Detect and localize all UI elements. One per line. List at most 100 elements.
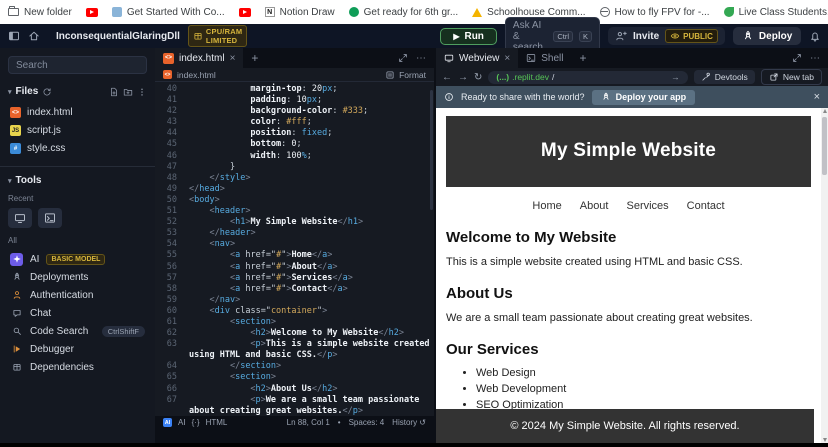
preview-nav-link-about[interactable]: About <box>580 200 609 212</box>
preview-nav-link-services[interactable]: Services <box>626 200 668 212</box>
forward-icon[interactable]: → <box>458 72 468 83</box>
recent-monitor-button[interactable] <box>8 208 32 228</box>
files-menu-icon[interactable] <box>137 87 147 97</box>
tool-item-deployments[interactable]: Deployments <box>8 268 147 286</box>
close-banner-icon[interactable]: × <box>814 91 820 103</box>
bookmark-item[interactable] <box>239 8 251 17</box>
bookmark-item[interactable]: NNotion Draw <box>265 7 335 18</box>
scroll-up-arrow-icon[interactable] <box>823 109 827 113</box>
language-label[interactable]: HTML <box>206 418 228 427</box>
webview-pane: Webview × Shell + ⋯ ← → ↻ (...) .replit.… <box>436 48 828 443</box>
back-icon[interactable]: ← <box>442 72 452 83</box>
reload-icon[interactable]: ↻ <box>474 72 482 83</box>
scroll-down-arrow-icon[interactable] <box>823 438 827 442</box>
notifications-icon[interactable] <box>809 30 821 42</box>
bookmark-item[interactable]: Get Started With Co... <box>112 7 225 18</box>
url-bar[interactable]: (...) .replit.dev / → <box>488 71 687 84</box>
new-tab-button[interactable]: New tab <box>761 69 822 85</box>
playbar-icon <box>10 343 23 356</box>
chevron-down-icon: ▾ <box>8 88 12 96</box>
invite-button[interactable]: Invite <box>633 31 659 42</box>
line-number: 40 <box>155 84 177 95</box>
line-number: 60 <box>155 306 177 317</box>
project-name[interactable]: InconsequentialGlaringDll <box>56 31 180 42</box>
format-button[interactable]: Format <box>399 70 426 80</box>
file-item-style-css[interactable]: #style.css <box>8 141 147 156</box>
target-icon <box>349 7 359 17</box>
new-tab-button[interactable]: + <box>243 51 266 65</box>
site-preview: My Simple Website HomeAboutServicesConta… <box>436 108 828 443</box>
preview-site-footer: © 2024 My Simple Website. All rights res… <box>436 409 814 443</box>
bookmark-item[interactable]: New folder <box>8 7 72 18</box>
code-line: <a href="#">Home</a> <box>189 250 434 261</box>
line-number: 55 <box>155 250 177 261</box>
leaf-icon <box>724 7 734 17</box>
folder-icon <box>8 8 19 16</box>
preview-nav-link-contact[interactable]: Contact <box>687 200 725 212</box>
new-tab-button[interactable]: + <box>571 51 594 65</box>
recent-shell-button[interactable] <box>38 208 62 228</box>
resource-badge[interactable]: CPU/RAM LIMITED <box>188 25 247 47</box>
file-item-script-js[interactable]: JSscript.js <box>8 123 147 138</box>
spaces-setting[interactable]: Spaces: 4 <box>349 418 385 427</box>
new-file-icon[interactable] <box>109 87 119 97</box>
files-section-header[interactable]: ▾ Files <box>8 86 147 97</box>
tab-shell[interactable]: Shell <box>518 48 571 68</box>
tool-item-chat[interactable]: Chat <box>8 304 147 322</box>
close-tab-icon[interactable]: × <box>230 53 236 64</box>
invite-icon <box>615 30 627 42</box>
ai-status-label[interactable]: AI <box>178 418 186 427</box>
tool-item-debugger[interactable]: Debugger <box>8 340 147 358</box>
tool-badge: BASIC MODEL <box>46 254 105 265</box>
js-file-icon: JS <box>10 125 21 136</box>
ai-icon: AI <box>163 418 172 427</box>
history-button[interactable]: History ↺ <box>392 418 426 427</box>
code-line: width: 100%; <box>189 151 434 162</box>
deploy-your-app-button[interactable]: Deploy your app <box>592 90 696 105</box>
file-item-index-html[interactable]: <>index.html <box>8 105 147 120</box>
preview-service-item: Web Development <box>476 383 811 395</box>
cursor-position[interactable]: Ln 88, Col 1 <box>287 418 330 427</box>
pane-menu-icon[interactable]: ⋯ <box>810 53 820 64</box>
close-tab-icon[interactable]: × <box>504 53 510 64</box>
line-number: 47 <box>155 162 177 173</box>
file-search-input[interactable]: Search <box>8 56 147 74</box>
bookmark-item[interactable]: Get ready for 6th gr... <box>349 7 459 18</box>
tool-item-authentication[interactable]: Authentication <box>8 286 147 304</box>
preview-nav-link-home[interactable]: Home <box>532 200 561 212</box>
cpu-icon <box>193 31 203 41</box>
line-number <box>155 406 177 416</box>
magnifier-icon <box>10 325 23 338</box>
expand-pane-icon[interactable] <box>792 53 802 63</box>
preview-welcome-heading: Welcome to My Website <box>446 229 811 246</box>
tab-index-html[interactable]: <> index.html × <box>155 48 243 68</box>
tool-item-dependencies[interactable]: Dependencies <box>8 358 147 376</box>
editor-scrollbar[interactable] <box>430 90 433 210</box>
bookmark-item[interactable] <box>86 8 98 17</box>
go-icon[interactable]: → <box>671 72 680 82</box>
history-icon: ↺ <box>419 418 426 427</box>
devtools-button[interactable]: Devtools <box>694 70 755 84</box>
line-number: 44 <box>155 128 177 139</box>
code-line: <h2>Welcome to My Website</h2> <box>189 328 434 339</box>
code-editor[interactable]: 4041424344454647484950515253545556575859… <box>155 82 434 416</box>
sidebar-toggle-icon[interactable] <box>8 30 20 42</box>
pane-menu-icon[interactable]: ⋯ <box>416 53 426 64</box>
scrollbar-thumb[interactable] <box>822 117 827 175</box>
new-folder-icon[interactable] <box>123 87 133 97</box>
html-file-icon: <> <box>163 53 174 64</box>
tool-label: Debugger <box>30 344 74 355</box>
run-button[interactable]: ▶ Run <box>440 28 497 45</box>
expand-pane-icon[interactable] <box>398 53 408 63</box>
preview-scrollbar[interactable] <box>821 108 828 443</box>
home-icon[interactable] <box>28 30 40 42</box>
tools-section-header[interactable]: ▾ Tools <box>8 175 147 186</box>
files-list: <>index.html JSscript.js #style.css <box>8 105 147 156</box>
tab-webview[interactable]: Webview × <box>436 48 518 68</box>
deploy-button[interactable]: Deploy <box>733 27 801 45</box>
bookmark-label: Notion Draw <box>280 7 335 18</box>
tool-item-code-search[interactable]: Code SearchCtrlShiftF <box>8 322 147 340</box>
webview-nav-bar: ← → ↻ (...) .replit.dev / → Devtools New… <box>436 68 828 86</box>
visibility-badge[interactable]: PUBLIC <box>665 29 718 43</box>
tool-item-ai[interactable]: AIBASIC MODEL <box>8 250 147 268</box>
